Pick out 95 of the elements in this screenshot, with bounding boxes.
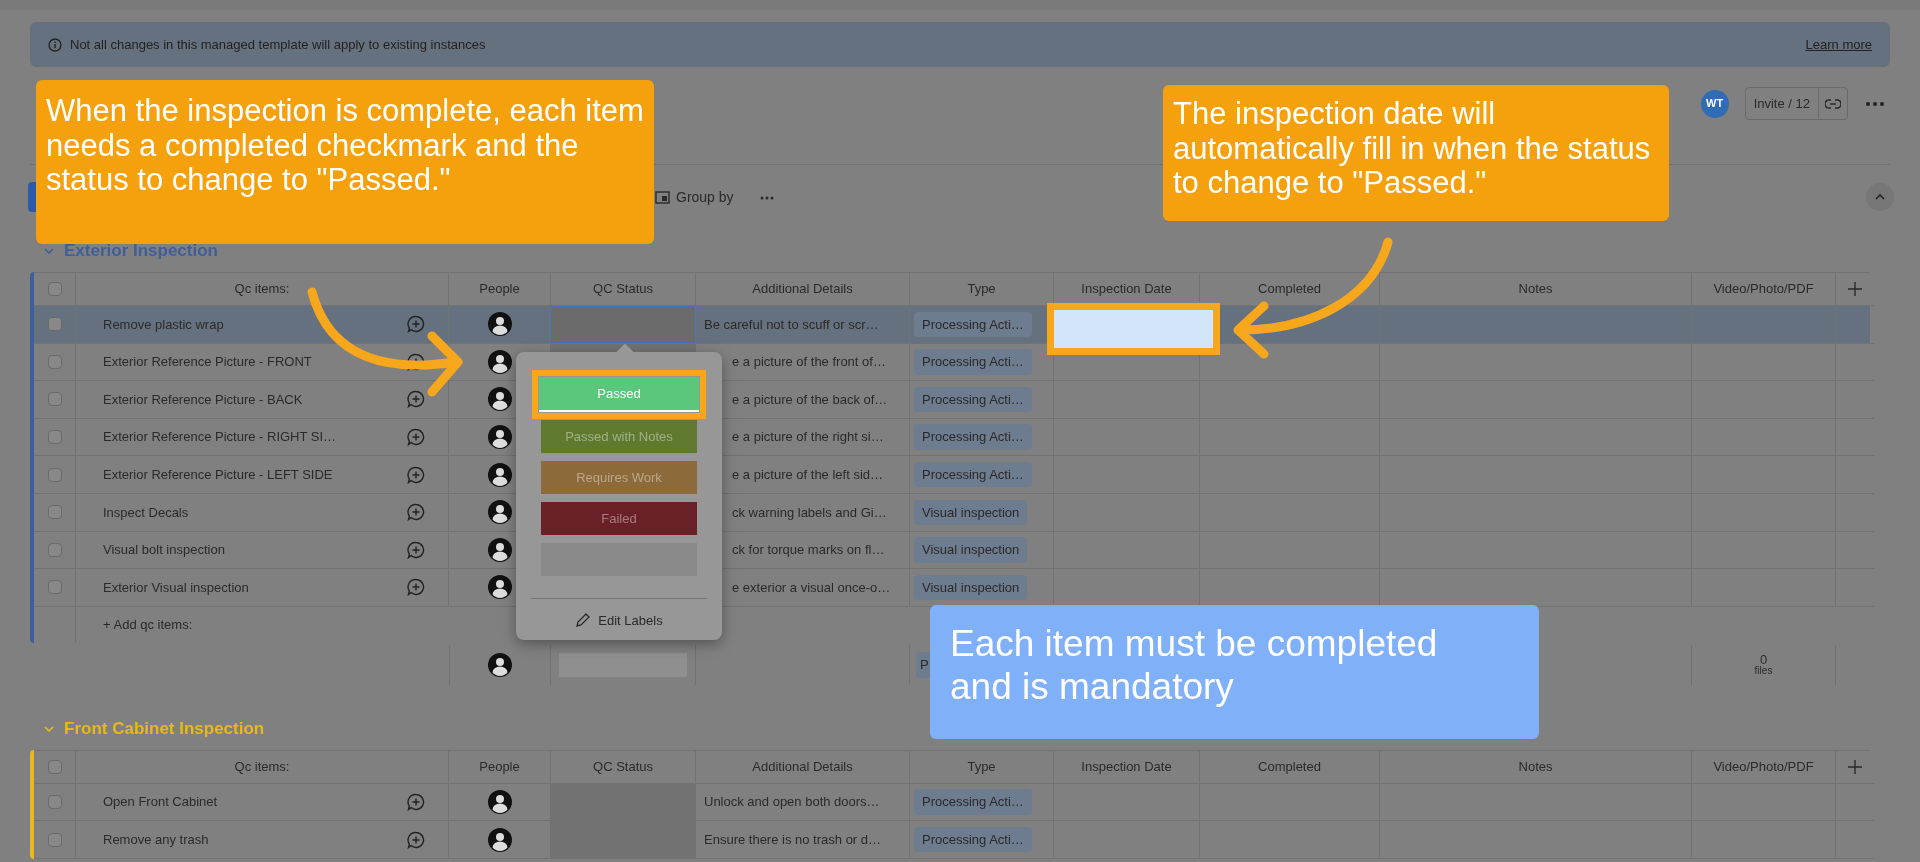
callout-text: Each item must be completed and is mandatory — [930, 605, 1539, 739]
person-avatar-icon[interactable] — [487, 827, 512, 852]
status-option[interactable]: Failed — [541, 502, 697, 535]
person-avatar-icon[interactable] — [487, 425, 512, 450]
type-tag[interactable]: Processing Acti… — [914, 461, 1032, 488]
person-avatar-icon[interactable] — [487, 790, 512, 815]
row-checkbox[interactable] — [47, 580, 62, 595]
item-name[interactable]: Exterior Visual inspection — [76, 569, 384, 607]
person-avatar-icon[interactable] — [487, 387, 512, 412]
type-tag[interactable]: Processing Acti… — [914, 386, 1032, 413]
table-cell: Be careful not to scuff or scr… — [696, 306, 910, 344]
callout-text: When the inspection is complete, each item needs a completed checkmark and the status to change to "Passed." — [36, 80, 654, 244]
link-icon — [1825, 98, 1841, 109]
row-checkbox[interactable] — [47, 317, 62, 332]
table-cell: Unlock and open both doors… — [696, 783, 910, 822]
item-name[interactable]: Remove any trash — [76, 821, 384, 859]
item-name[interactable]: Visual bolt inspection — [76, 531, 384, 570]
column-header: Qc items: — [76, 750, 449, 784]
item-name[interactable]: Open Front Cabinet — [76, 783, 384, 822]
edit-labels-button[interactable]: Edit Labels — [541, 611, 697, 631]
type-tag[interactable]: Visual inspection — [914, 537, 1028, 563]
banner-text: Not all changes in this managed template will apply to existing instances — [70, 35, 486, 54]
add-comment-icon[interactable] — [407, 578, 425, 597]
item-name[interactable]: Remove plastic wrap — [76, 306, 384, 344]
item-name[interactable]: Exterior Reference Picture - LEFT SIDE — [76, 456, 384, 494]
type-tag[interactable]: Processing Acti… — [914, 789, 1032, 815]
group-name: Front Cabinet Inspection — [64, 718, 265, 740]
type-tag[interactable]: Visual inspection — [914, 574, 1028, 601]
person-avatar-icon[interactable] — [487, 349, 512, 374]
chevron-up-icon — [1875, 194, 1885, 200]
pencil-icon — [575, 613, 591, 629]
row-checkbox[interactable] — [47, 392, 62, 407]
status-option[interactable]: Passed with Notes — [541, 420, 697, 453]
add-comment-icon[interactable] — [407, 428, 425, 447]
type-tag[interactable]: Processing Acti… — [914, 424, 1032, 450]
collapse-button[interactable] — [1866, 183, 1894, 211]
row-checkbox[interactable] — [47, 505, 62, 520]
column-header: Inspection Date — [1054, 750, 1200, 784]
item-name[interactable]: Exterior Reference Picture - FRONT — [76, 343, 384, 382]
learn-more-link[interactable]: Learn more — [1805, 34, 1872, 55]
info-icon — [48, 37, 62, 52]
add-comment-icon[interactable] — [407, 352, 425, 371]
column-header: Video/Photo/PDF — [1692, 750, 1836, 784]
row-checkbox[interactable] — [47, 467, 62, 482]
item-name[interactable]: Exterior Reference Picture - RIGHT SI… — [76, 418, 384, 457]
item-name[interactable]: Inspect Decals — [76, 493, 384, 532]
add-column-icon[interactable] — [1848, 282, 1862, 296]
item-name[interactable]: Exterior Reference Picture - BACK — [76, 381, 384, 419]
row-checkbox[interactable] — [47, 282, 62, 296]
column-header: Additional Details — [696, 750, 910, 784]
person-avatar-icon[interactable] — [487, 462, 512, 487]
row-checkbox[interactable] — [47, 430, 62, 445]
user-avatar[interactable]: WT — [1700, 89, 1729, 118]
row-checkbox[interactable] — [47, 354, 62, 369]
person-avatar-icon[interactable] — [487, 312, 512, 337]
person-avatar-icon[interactable] — [487, 575, 512, 600]
invite-button[interactable]: Invite / 12 — [1745, 88, 1819, 119]
add-comment-icon[interactable] — [407, 830, 425, 849]
row-checkbox[interactable] — [47, 542, 62, 557]
add-item-link[interactable]: + Add qc items: — [103, 615, 193, 635]
type-tag[interactable]: Visual inspection — [914, 499, 1028, 525]
file-label: files — [1754, 666, 1773, 677]
date-cell[interactable] — [1054, 310, 1213, 348]
person-avatar-icon[interactable] — [487, 500, 512, 525]
type-tag[interactable]: Processing Acti… — [914, 826, 1032, 853]
row-checkbox[interactable] — [47, 759, 62, 774]
column-header: People — [449, 750, 551, 784]
add-comment-icon[interactable] — [407, 390, 425, 409]
chevron-down-icon[interactable] — [44, 725, 54, 732]
file-count: 0 — [1759, 653, 1768, 667]
group-by-button[interactable]: Group by — [676, 187, 734, 208]
status-option[interactable]: Passed — [539, 377, 699, 410]
add-comment-icon[interactable] — [407, 503, 425, 522]
column-header: Type — [910, 750, 1054, 784]
add-comment-icon[interactable] — [407, 793, 425, 812]
status-option[interactable]: Requires Work — [541, 461, 697, 494]
add-comment-icon[interactable] — [407, 315, 425, 334]
person-avatar-icon[interactable] — [487, 537, 512, 562]
type-tag[interactable]: Processing Acti… — [914, 349, 1032, 375]
more-icon[interactable] — [759, 195, 774, 200]
column-header: Notes — [1380, 750, 1692, 784]
person-avatar-icon[interactable] — [488, 652, 512, 677]
add-comment-icon[interactable] — [407, 465, 425, 484]
group-by-icon — [655, 191, 670, 204]
more-icon[interactable] — [1866, 101, 1884, 106]
add-comment-icon[interactable] — [407, 540, 425, 559]
row-checkbox[interactable] — [47, 795, 62, 810]
add-column-icon[interactable] — [1848, 759, 1862, 774]
callout-text: The inspection date will automatically fill in when the status to change to "Passed." — [1163, 85, 1669, 221]
type-tag[interactable]: Processing Acti… — [914, 311, 1032, 338]
column-header: QC Status — [551, 750, 696, 784]
status-cell[interactable] — [551, 306, 695, 343]
table-cell: Ensure there is no trash or d… — [696, 821, 910, 859]
row-checkbox[interactable] — [47, 832, 62, 847]
column-header: Completed — [1200, 750, 1380, 784]
